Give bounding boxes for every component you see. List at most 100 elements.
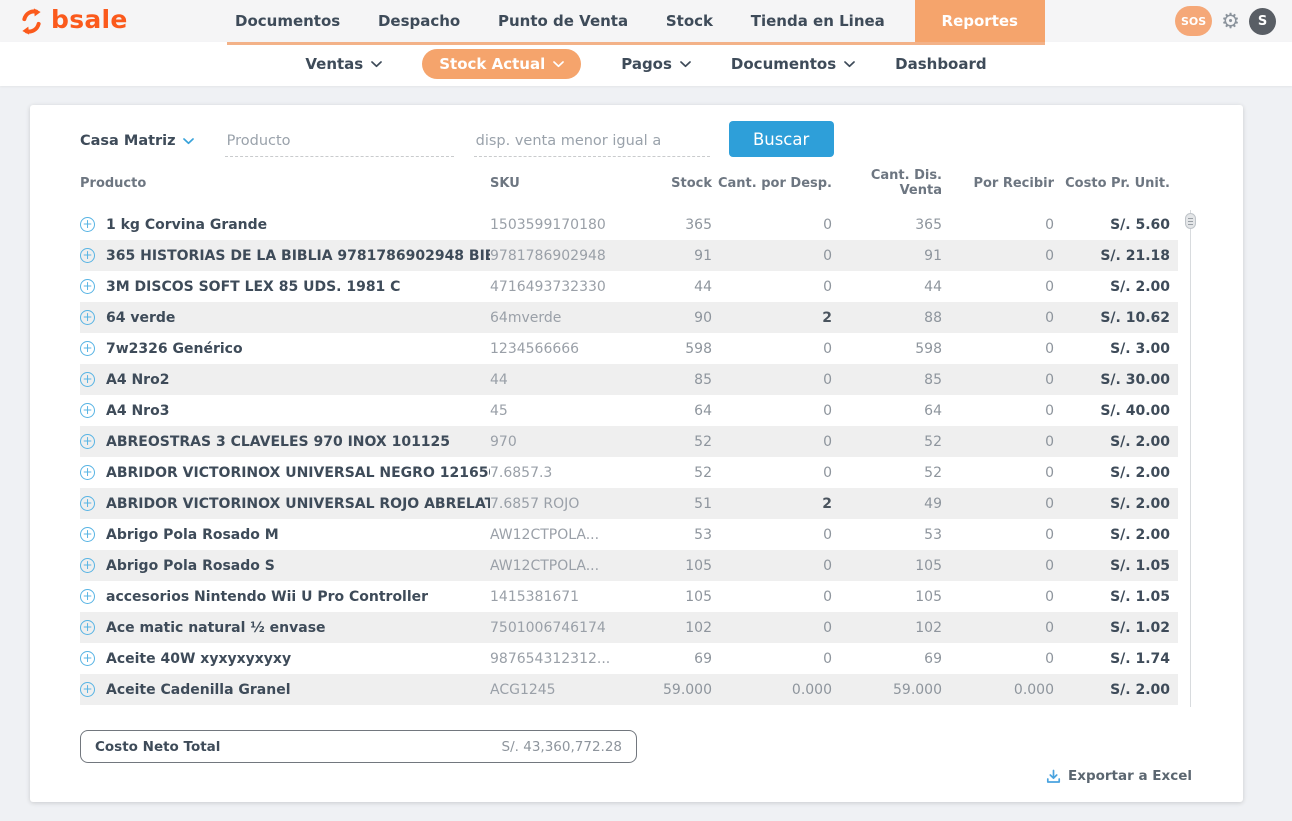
scrollbar-thumb[interactable] xyxy=(1185,213,1196,229)
stock-value: 90 xyxy=(640,310,712,326)
subnav-label: Pagos xyxy=(621,55,672,73)
nav-item-documentos[interactable]: Documentos xyxy=(227,0,348,42)
costo-unit-value: S/. 30.00 xyxy=(1054,372,1178,388)
table-row[interactable]: + Ace matic natural ½ envase 75010067461… xyxy=(80,612,1178,643)
product-sku: 45 xyxy=(490,403,640,419)
cant-dis-venta-value: 59.000 xyxy=(832,682,942,698)
table-row[interactable]: + Aceite 40W xyxyxyxyxy 987654312312... … xyxy=(80,643,1178,674)
expand-plus-icon[interactable]: + xyxy=(80,403,95,418)
expand-plus-icon[interactable]: + xyxy=(80,341,95,356)
product-sku: AW12CTPOLA... xyxy=(490,527,640,543)
cant-por-desp-value: 0 xyxy=(712,651,832,667)
bsale-logo[interactable]: bsale xyxy=(18,0,128,42)
expand-plus-icon[interactable]: + xyxy=(80,310,95,325)
expand-plus-icon[interactable]: + xyxy=(80,279,95,294)
subnav-item-ventas[interactable]: Ventas xyxy=(305,55,382,73)
table-row[interactable]: + accesorios Nintendo Wii U Pro Controll… xyxy=(80,581,1178,612)
cant-por-desp-value: 0 xyxy=(712,248,832,264)
stock-value: 52 xyxy=(640,434,712,450)
table-row[interactable]: + Aceite Cadenilla Granel ACG1245 59.000… xyxy=(80,674,1178,705)
cant-por-desp-value: 0 xyxy=(712,372,832,388)
table-row[interactable]: + A4 Nro3 45 64 0 64 0 S/. 40.00 xyxy=(80,395,1178,426)
cant-dis-venta-value: 53 xyxy=(832,527,942,543)
table-row[interactable]: + 1 kg Corvina Grande 1503599170180 365 … xyxy=(80,209,1178,240)
cant-por-desp-value: 0 xyxy=(712,217,832,233)
expand-plus-icon[interactable]: + xyxy=(80,682,95,697)
expand-plus-icon[interactable]: + xyxy=(80,620,95,635)
product-sku: ACG1245 xyxy=(490,682,640,698)
product-search-input[interactable] xyxy=(225,133,454,157)
expand-plus-icon[interactable]: + xyxy=(80,434,95,449)
branch-selector[interactable]: Casa Matriz xyxy=(80,133,194,157)
table-row[interactable]: + ABRIDOR VICTORINOX UNIVERSAL NEGRO 121… xyxy=(80,457,1178,488)
nav-item-reportes[interactable]: Reportes xyxy=(915,0,1045,42)
expand-plus-icon[interactable]: + xyxy=(80,248,95,263)
subnav-item-stock-actual[interactable]: Stock Actual xyxy=(422,49,581,79)
table-row[interactable]: + Abrigo Pola Rosado S AW12CTPOLA... 105… xyxy=(80,550,1178,581)
subnav-item-documentos[interactable]: Documentos xyxy=(731,55,855,73)
column-header-sku: SKU xyxy=(490,176,640,191)
gear-icon[interactable]: ⚙ xyxy=(1221,11,1240,32)
expand-plus-icon[interactable]: + xyxy=(80,372,95,387)
por-recibir-value: 0 xyxy=(942,651,1054,667)
product-sku: 9781786902948 xyxy=(490,248,640,264)
subnav-label: Documentos xyxy=(731,55,836,73)
table-row[interactable]: + 365 HISTORIAS DE LA BIBLIA 97817869029… xyxy=(80,240,1178,271)
product-sku: 7501006746174 xyxy=(490,620,640,636)
subnav-item-dashboard[interactable]: Dashboard xyxy=(895,55,986,73)
disp-venta-input[interactable] xyxy=(474,133,710,157)
user-avatar[interactable]: S xyxy=(1249,8,1276,35)
table-body: + 1 kg Corvina Grande 1503599170180 365 … xyxy=(80,209,1178,705)
table-row[interactable]: + Abrigo Pola Rosado M AW12CTPOLA... 53 … xyxy=(80,519,1178,550)
product-sku: 4716493732330 xyxy=(490,279,640,295)
costo-unit-value: S/. 21.18 xyxy=(1054,248,1178,264)
por-recibir-value: 0 xyxy=(942,465,1054,481)
expand-plus-icon[interactable]: + xyxy=(80,651,95,666)
costo-unit-value: S/. 2.00 xyxy=(1054,527,1178,543)
chevron-down-icon xyxy=(183,138,194,145)
chevron-down-icon xyxy=(371,61,382,68)
costo-unit-value: S/. 1.02 xyxy=(1054,620,1178,636)
search-button[interactable]: Buscar xyxy=(729,121,834,157)
expand-plus-icon[interactable]: + xyxy=(80,217,95,232)
nav-item-punto-de-venta[interactable]: Punto de Venta xyxy=(490,0,636,42)
sos-badge[interactable]: SOS xyxy=(1175,6,1212,36)
cant-dis-venta-value: 69 xyxy=(832,651,942,667)
nav-item-stock[interactable]: Stock xyxy=(658,0,721,42)
table-row[interactable]: + ABRIDOR VICTORINOX UNIVERSAL ROJO ABRE… xyxy=(80,488,1178,519)
product-sku: 64mverde xyxy=(490,310,640,326)
product-sku: 1503599170180 xyxy=(490,217,640,233)
product-name: Ace matic natural ½ envase xyxy=(106,620,490,636)
nav-item-tienda-en-linea[interactable]: Tienda en Linea xyxy=(743,0,893,42)
nav-item-despacho[interactable]: Despacho xyxy=(370,0,468,42)
por-recibir-value: 0 xyxy=(942,341,1054,357)
por-recibir-value: 0 xyxy=(942,589,1054,605)
cant-por-desp-value: 0 xyxy=(712,434,832,450)
expand-plus-icon[interactable]: + xyxy=(80,496,95,511)
cant-por-desp-value: 0.000 xyxy=(712,682,832,698)
expand-plus-icon[interactable]: + xyxy=(80,527,95,542)
product-sku: 1234566666 xyxy=(490,341,640,357)
export-to-excel-button[interactable]: Exportar a Excel xyxy=(1046,768,1192,784)
logo-wordmark: bsale xyxy=(51,7,128,35)
table-row[interactable]: + 3M DISCOS SOFT LEX 85 UDS. 1981 C 4716… xyxy=(80,271,1178,302)
stock-value: 102 xyxy=(640,620,712,636)
cant-por-desp-value: 0 xyxy=(712,527,832,543)
column-header-producto: Producto xyxy=(80,176,490,191)
cant-por-desp-value: 0 xyxy=(712,279,832,295)
expand-plus-icon[interactable]: + xyxy=(80,558,95,573)
table-header: Producto SKU Stock Cant. por Desp. Cant.… xyxy=(80,165,1178,201)
table-row[interactable]: + A4 Nro2 44 85 0 85 0 S/. 30.00 xyxy=(80,364,1178,395)
scrollbar-track[interactable] xyxy=(1190,210,1191,707)
subnav-item-pagos[interactable]: Pagos xyxy=(621,55,691,73)
por-recibir-value: 0 xyxy=(942,310,1054,326)
costo-unit-value: S/. 2.00 xyxy=(1054,279,1178,295)
column-header-cant-dis-venta: Cant. Dis. Venta xyxy=(832,168,942,198)
table-row[interactable]: + ABREOSTRAS 3 CLAVELES 970 INOX 101125 … xyxy=(80,426,1178,457)
total-label: Costo Neto Total xyxy=(95,739,220,755)
product-name: ABRIDOR VICTORINOX UNIVERSAL NEGRO 12165… xyxy=(106,465,490,481)
table-row[interactable]: + 64 verde 64mverde 90 2 88 0 S/. 10.62 xyxy=(80,302,1178,333)
expand-plus-icon[interactable]: + xyxy=(80,589,95,604)
expand-plus-icon[interactable]: + xyxy=(80,465,95,480)
table-row[interactable]: + 7w2326 Genérico 1234566666 598 0 598 0… xyxy=(80,333,1178,364)
